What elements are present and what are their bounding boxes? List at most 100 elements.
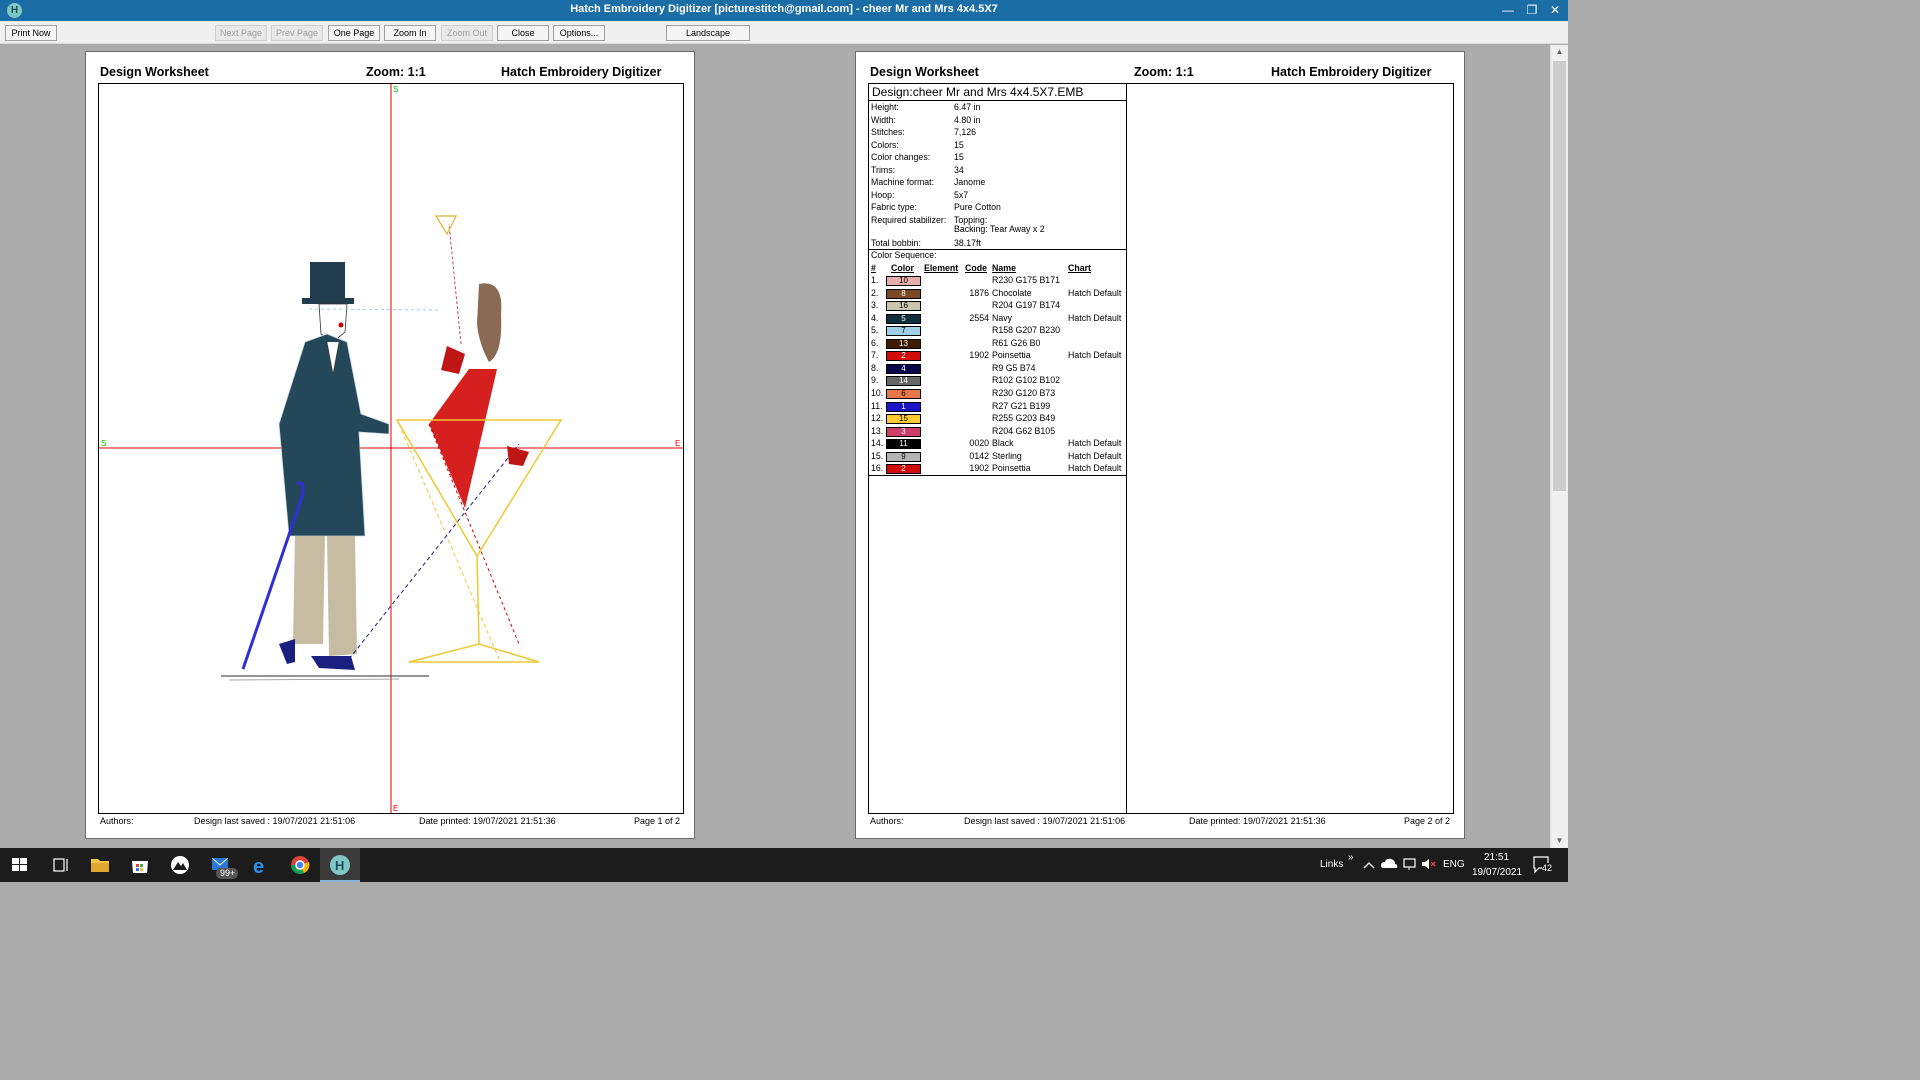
row-number: 11.	[871, 400, 883, 411]
date-printed-label: Date printed: 19/07/2021 21:51:36	[419, 816, 556, 826]
color-sequence-row: 11. 1 R27 G21 B199	[869, 401, 1126, 413]
color-sequence-row: 10. 6 R230 G120 B73	[869, 388, 1126, 400]
row-number: 2.	[871, 287, 879, 298]
thread-name: R255 G203 B49	[992, 413, 1056, 424]
hatch-app-icon: H	[330, 855, 350, 875]
col-header-code: Code	[965, 263, 987, 273]
thread-code: 1902	[969, 350, 989, 361]
scroll-up-icon[interactable]: ▲	[1551, 45, 1568, 59]
thread-name: R61 G26 B0	[992, 337, 1041, 348]
thread-code: 1876	[969, 287, 989, 298]
embroidery-design-drawing: S E S E	[99, 84, 683, 813]
thread-name: Poinsettia	[992, 350, 1031, 361]
color-swatch: 10	[886, 276, 921, 286]
volume-muted-icon[interactable]	[1420, 857, 1436, 871]
color-swatch: 16	[886, 301, 921, 312]
color-sequence-row: 8. 4 R9 G5 B74	[869, 363, 1126, 375]
row-number: 3.	[871, 300, 879, 311]
thread-code: 0142	[969, 450, 989, 461]
options-button[interactable]: Options...	[553, 25, 605, 41]
language-indicator[interactable]: ENG	[1443, 859, 1465, 870]
thread-chart: Hatch Default	[1068, 450, 1122, 461]
row-number: 14.	[871, 438, 884, 449]
color-sequence-row: 7. 2 1902 Poinsettia Hatch Default	[869, 350, 1126, 362]
vertical-scrollbar[interactable]: ▲ ▼	[1550, 45, 1568, 848]
network-icon[interactable]	[1402, 857, 1418, 871]
title-bar: H Hatch Embroidery Digitizer [picturesti…	[0, 0, 1568, 21]
colors-row: Colors: 15	[871, 139, 964, 150]
width-row: Width: 4.80 in	[871, 114, 981, 125]
next-page-button[interactable]: Next Page	[215, 25, 267, 41]
folder-icon	[91, 859, 109, 872]
print-preview-toolbar: Print Now Next Page Prev Page One Page Z…	[0, 21, 1568, 44]
worksheet-page-1: Design Worksheet Zoom: 1:1 Hatch Embroid…	[85, 51, 695, 839]
mail-badge: 99+	[220, 868, 236, 878]
thread-name: R102 G102 B102	[992, 375, 1060, 386]
thread-name: Sterling	[992, 450, 1022, 461]
close-button[interactable]: Close	[497, 25, 549, 41]
color-sequence-row: 13. 3 R204 G62 B105	[869, 426, 1126, 438]
edge-browser-icon: e	[253, 856, 264, 878]
thread-name: R9 G5 B74	[992, 362, 1036, 373]
marker-e-right: E	[675, 439, 680, 448]
prev-page-button[interactable]: Prev Page	[271, 25, 323, 41]
task-view-button[interactable]	[40, 848, 80, 882]
onedrive-cloud-icon[interactable]	[1380, 857, 1398, 871]
windows-taskbar: 99+ e H Links » ENG 21:51 19/07/2021 42	[0, 848, 1568, 882]
hatch-taskbar-button[interactable]: H	[320, 848, 360, 882]
one-page-button[interactable]: One Page	[328, 25, 380, 41]
color-sequence-row: 12. 15 R255 G203 B49	[869, 413, 1126, 425]
photos-button[interactable]	[160, 848, 200, 882]
design-info-column: Design:cheer Mr and Mrs 4x4.5X7.EMB Heig…	[869, 84, 1127, 813]
color-swatch: 6	[886, 388, 921, 399]
windows-logo-icon	[12, 858, 27, 871]
thread-name: R230 G120 B73	[992, 387, 1056, 398]
action-center-button[interactable]: 42	[1532, 855, 1554, 875]
task-view-icon	[53, 858, 68, 872]
col-header-chart: Chart	[1068, 263, 1091, 273]
color-swatch: 2	[886, 351, 921, 362]
chrome-button[interactable]	[280, 848, 320, 882]
thread-name: Navy	[992, 312, 1013, 323]
color-sequence-row: 2. 8 1876 Chocolate Hatch Default	[869, 288, 1126, 300]
color-sequence-row: 1. 10 R230 G175 B171	[869, 275, 1126, 287]
thread-chart: Hatch Default	[1068, 350, 1122, 361]
landscape-button[interactable]: Landscape	[666, 25, 750, 41]
links-toolbar[interactable]: Links	[1320, 859, 1343, 870]
clock-time[interactable]: 21:51	[1484, 852, 1509, 863]
print-now-button[interactable]: Print Now	[5, 25, 57, 41]
show-hidden-icons-chevron-icon[interactable]	[1362, 858, 1376, 872]
last-saved-label: Design last saved : 19/07/2021 21:51:06	[194, 816, 356, 826]
edge-button[interactable]: e	[240, 848, 280, 882]
page-number-label: Page 2 of 2	[1404, 816, 1451, 826]
color-swatch: 7	[886, 326, 921, 337]
color-swatch: 9	[886, 451, 921, 462]
thread-name: R158 G207 B230	[992, 325, 1060, 336]
design-name: Design:cheer Mr and Mrs 4x4.5X7.EMB	[869, 84, 1126, 101]
zoom-label: Zoom: 1:1	[366, 65, 426, 79]
col-header-element: Element	[924, 263, 959, 273]
mail-button[interactable]: 99+	[200, 848, 240, 882]
start-button[interactable]	[0, 848, 40, 882]
color-swatch: 15	[886, 414, 921, 425]
scroll-down-icon[interactable]: ▼	[1551, 834, 1568, 848]
thread-code: 0020	[969, 438, 989, 449]
col-header-color: Color	[891, 263, 914, 273]
file-explorer-button[interactable]	[80, 848, 120, 882]
color-swatch: 3	[886, 426, 921, 437]
scrollbar-thumb[interactable]	[1553, 61, 1566, 491]
store-bag-icon	[132, 861, 148, 873]
thread-name: R204 G197 B174	[992, 300, 1060, 311]
store-button[interactable]	[120, 848, 160, 882]
zoom-out-button[interactable]: Zoom Out	[441, 25, 493, 41]
color-swatch: 1	[886, 401, 921, 412]
thread-name: Poinsettia	[992, 463, 1031, 474]
close-window-button[interactable]: ✕	[1540, 0, 1570, 21]
date-printed-label: Date printed: 19/07/2021 21:51:36	[1189, 816, 1326, 826]
clock-date[interactable]: 19/07/2021	[1472, 867, 1522, 878]
thread-code: 1902	[969, 463, 989, 474]
row-number: 7.	[871, 350, 879, 361]
zoom-in-button[interactable]: Zoom In	[384, 25, 436, 41]
links-chevron-icon[interactable]: »	[1348, 852, 1354, 863]
col-header-name: Name	[992, 263, 1016, 273]
